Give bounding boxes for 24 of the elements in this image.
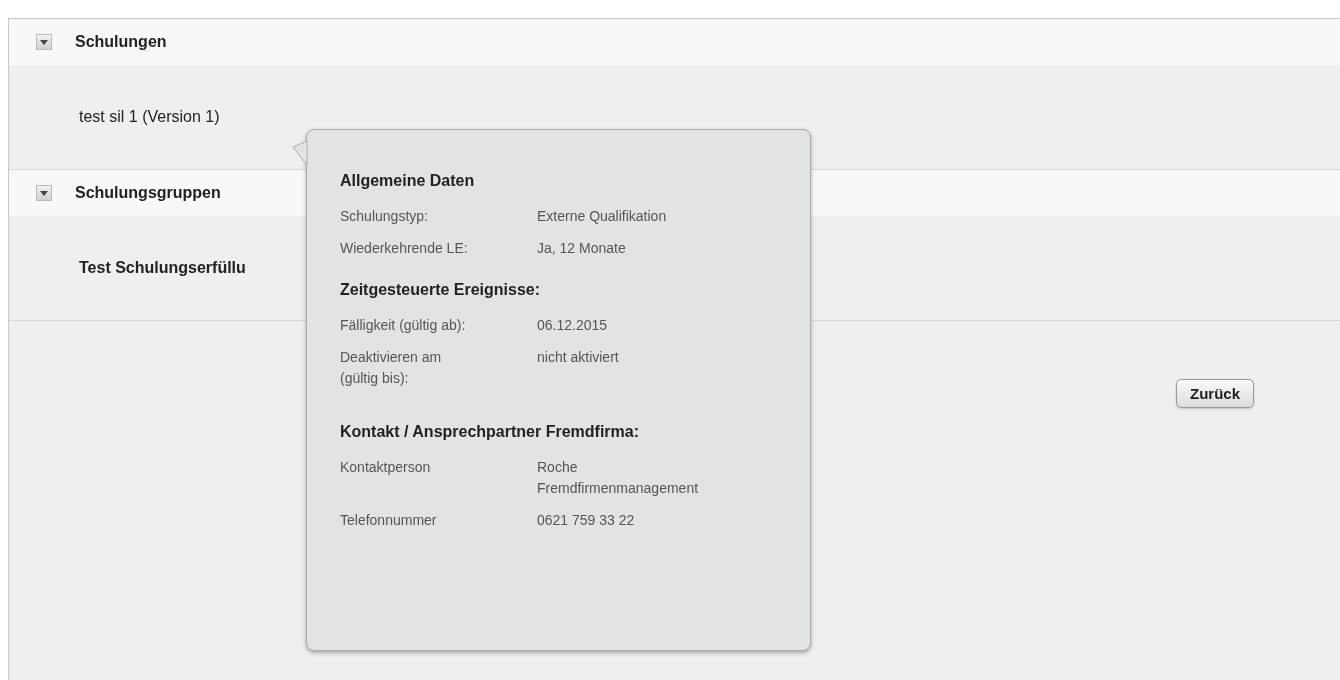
field-label: Wiederkehrende LE: [340, 239, 468, 258]
section-item: Test Schulungserfüllu [79, 259, 246, 276]
field-label: Schulungstyp: [340, 207, 429, 226]
caret-icon [40, 39, 48, 45]
tooltip-heading: Allgemeine Daten [340, 172, 476, 190]
field-label: Kontaktperson [340, 458, 432, 477]
caret-icon [40, 190, 48, 196]
section-title: Schulungen [75, 33, 167, 51]
field-label: Deaktivieren am (gültig bis): [340, 348, 443, 388]
field-value: 0621 759 33 22 [537, 511, 636, 530]
collapse-toggle[interactable] [36, 185, 52, 201]
field-label: Fälligkeit (gültig ab): [340, 316, 467, 335]
field-label: Telefonnummer [340, 511, 438, 530]
field-value: Ja, 12 Monate [537, 239, 627, 258]
field-value: nicht aktiviert [537, 348, 620, 367]
field-value: Externe Qualifikation [537, 207, 668, 226]
section-title: Schulungsgruppen [75, 184, 221, 202]
section-item: test sil 1 (Version 1) [79, 108, 220, 125]
tooltip-heading: Kontakt / Ansprechpartner Fremdfirma: [340, 423, 640, 441]
field-value: Roche Fremdfirmenmanagement [537, 458, 700, 498]
field-value: 06.12.2015 [537, 316, 609, 335]
back-button[interactable]: Zurück [1176, 379, 1254, 408]
collapse-toggle[interactable] [36, 34, 52, 50]
tooltip-heading: Zeitgesteuerte Ereignisse: [340, 281, 542, 299]
